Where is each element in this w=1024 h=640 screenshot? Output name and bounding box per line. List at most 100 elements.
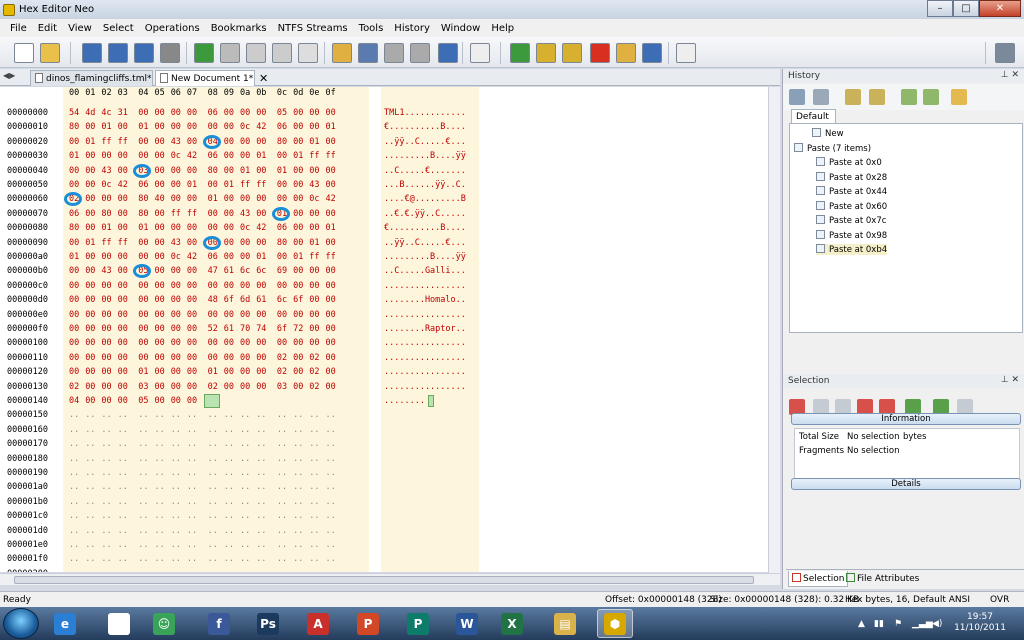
hex-byte[interactable]: .. — [240, 495, 250, 509]
hex-byte[interactable]: .. — [277, 480, 287, 494]
hex-byte[interactable]: .. — [187, 452, 197, 466]
hex-byte[interactable]: ff — [309, 250, 319, 264]
hex-byte[interactable]: ff — [240, 178, 250, 192]
hex-byte[interactable]: .. — [101, 552, 111, 566]
hex-byte[interactable]: 00 — [187, 322, 197, 336]
taskbar-excel-icon[interactable]: X — [494, 609, 530, 638]
hex-byte[interactable]: 80 — [277, 135, 287, 149]
hex-byte[interactable]: 00 — [171, 164, 181, 178]
hex-byte[interactable]: 00 — [187, 120, 197, 134]
hex-byte[interactable]: 02 — [309, 351, 319, 365]
clock[interactable]: 19:57 11/10/2011 — [950, 612, 1010, 634]
hex-byte[interactable]: .. — [309, 509, 319, 523]
taskbar-word-icon[interactable]: W — [449, 609, 485, 638]
hex-byte[interactable]: 00 — [69, 264, 79, 278]
hex-byte[interactable]: .. — [155, 538, 165, 552]
taskbar-blank-document-icon[interactable] — [101, 609, 137, 638]
hex-byte[interactable]: 00 — [256, 279, 266, 293]
hex-byte[interactable]: 00 — [293, 279, 303, 293]
undo-icon[interactable] — [194, 43, 214, 63]
hex-byte[interactable]: 00 — [138, 149, 148, 163]
hex-byte[interactable]: 00 — [69, 365, 79, 379]
hex-byte[interactable]: .. — [69, 552, 79, 566]
history-item[interactable]: Paste at 0x98 — [816, 229, 887, 241]
ascii-text[interactable]: ....€@.........B — [384, 192, 466, 206]
hex-byte[interactable]: 00 — [187, 380, 197, 394]
menu-history[interactable]: History — [394, 23, 430, 34]
hex-byte[interactable]: .. — [138, 567, 148, 572]
hex-byte[interactable]: 00 — [293, 106, 303, 120]
hex-byte[interactable]: 00 — [155, 135, 165, 149]
hex-row[interactable]: 000001b0................................ — [0, 495, 768, 509]
history-item[interactable]: Paste at 0x28 — [816, 171, 887, 183]
ascii-text[interactable]: .........B....ÿÿ — [384, 149, 466, 163]
hex-byte[interactable]: 00 — [208, 351, 218, 365]
hex-byte[interactable]: .. — [138, 466, 148, 480]
hex-byte[interactable]: 61 — [256, 293, 266, 307]
hex-byte[interactable]: 00 — [187, 293, 197, 307]
hex-byte[interactable]: 01 — [85, 236, 95, 250]
hex-byte[interactable]: 00 — [155, 149, 165, 163]
hex-byte[interactable]: 00 — [101, 365, 111, 379]
hex-byte[interactable]: 00 — [326, 135, 336, 149]
hex-byte[interactable]: 00 — [155, 365, 165, 379]
taskbar-messenger-icon[interactable]: ☺ — [146, 609, 182, 638]
tab-scroll-arrows-icon[interactable]: ◀▶ — [3, 71, 15, 80]
calculator-icon[interactable] — [676, 43, 696, 63]
hex-byte[interactable]: .. — [155, 552, 165, 566]
hex-byte[interactable]: 00 — [69, 351, 79, 365]
hex-byte[interactable]: .. — [293, 495, 303, 509]
hex-row[interactable]: 00000010 80 00 01 00 01 00 00 00 00 00 0c 42 06 00 00 01… — [0, 120, 768, 134]
hex-byte[interactable]: .. — [138, 437, 148, 451]
hex-byte[interactable]: 06 — [208, 250, 218, 264]
hex-byte[interactable]: 00 — [309, 293, 319, 307]
hex-byte[interactable]: ff — [118, 135, 128, 149]
hex-byte[interactable]: 00 — [69, 178, 79, 192]
hex-byte[interactable]: .. — [293, 567, 303, 572]
hex-byte[interactable]: .. — [224, 423, 234, 437]
hex-byte[interactable]: .. — [187, 480, 197, 494]
hex-byte[interactable]: 01 — [85, 135, 95, 149]
hex-byte[interactable]: .. — [118, 423, 128, 437]
menu-edit[interactable]: Edit — [38, 23, 57, 34]
hex-byte[interactable]: .. — [101, 466, 111, 480]
hex-byte[interactable]: 00 — [256, 308, 266, 322]
hex-byte[interactable]: 00 — [118, 365, 128, 379]
hex-byte[interactable]: 00 — [85, 264, 95, 278]
hex-byte[interactable]: 47 — [208, 264, 218, 278]
hex-byte[interactable]: .. — [326, 509, 336, 523]
hex-byte[interactable]: 00 — [101, 394, 111, 408]
hex-byte[interactable]: .. — [277, 509, 287, 523]
hex-byte[interactable]: 00 — [208, 308, 218, 322]
hex-byte[interactable]: 00 — [309, 279, 319, 293]
hex-byte[interactable]: 00 — [326, 236, 336, 250]
ascii-text[interactable]: ...B......ÿÿ..C. — [384, 178, 466, 192]
hex-byte[interactable]: 01 — [69, 250, 79, 264]
hex-byte[interactable]: .. — [326, 567, 336, 572]
hex-byte[interactable]: .. — [224, 452, 234, 466]
horizontal-scrollbar[interactable] — [0, 573, 780, 585]
menu-tools[interactable]: Tools — [359, 23, 384, 34]
hex-byte[interactable]: 42 — [256, 221, 266, 235]
hex-byte[interactable]: 00 — [85, 250, 95, 264]
hex-byte[interactable]: 4d — [85, 106, 95, 120]
hex-byte[interactable]: .. — [187, 437, 197, 451]
hex-byte[interactable]: 00 — [138, 351, 148, 365]
hex-byte[interactable]: .. — [155, 480, 165, 494]
hex-byte[interactable]: 00 — [85, 336, 95, 350]
hex-byte[interactable]: .. — [256, 524, 266, 538]
pick-color-icon[interactable] — [642, 43, 662, 63]
hex-byte[interactable]: 00 — [208, 279, 218, 293]
hex-byte[interactable]: .. — [69, 480, 79, 494]
hex-byte[interactable]: .. — [256, 452, 266, 466]
hex-byte[interactable]: 00 — [101, 149, 111, 163]
hex-byte[interactable]: 00 — [293, 207, 303, 221]
menu-ntfs-streams[interactable]: NTFS Streams — [278, 23, 348, 34]
hex-byte[interactable]: 00 — [187, 236, 197, 250]
hex-byte[interactable]: 0c — [309, 192, 319, 206]
hex-byte[interactable]: .. — [309, 552, 319, 566]
hex-byte[interactable]: .. — [293, 466, 303, 480]
hex-byte[interactable]: 43 — [171, 236, 181, 250]
hex-byte[interactable]: .. — [240, 480, 250, 494]
hex-byte[interactable]: .. — [326, 437, 336, 451]
